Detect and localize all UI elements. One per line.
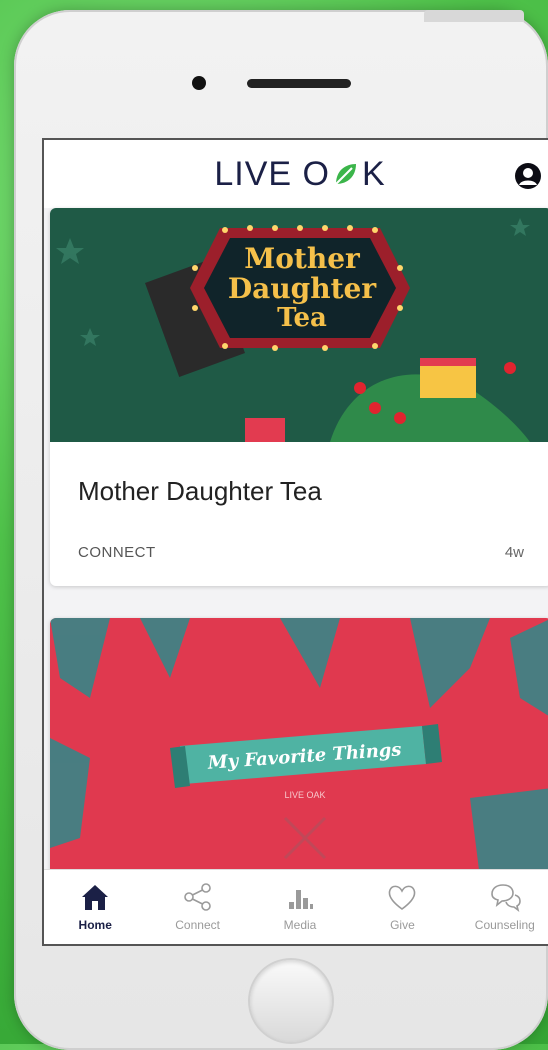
tab-give[interactable]: Give xyxy=(351,870,453,944)
phone-side-button xyxy=(424,10,524,22)
card-category: CONNECT xyxy=(78,544,156,561)
phone-home-button[interactable] xyxy=(250,960,332,1042)
bottom-tab-bar: Home Connect Media Give Counseling xyxy=(44,869,548,944)
app-screen: LIVE O K Mother Daughter Tea Mother Daug… xyxy=(42,138,548,946)
banner2-subtitle: LIVE OAK xyxy=(284,790,325,800)
tab-counseling[interactable]: Counseling xyxy=(454,870,548,944)
tab-label: Media xyxy=(283,918,317,932)
user-circle-icon[interactable] xyxy=(514,162,542,190)
home-icon xyxy=(82,885,109,910)
banner-line1: Mother xyxy=(244,242,361,275)
media-bars-icon xyxy=(289,890,314,909)
app-header: LIVE O K xyxy=(44,140,548,208)
chat-bubbles-icon xyxy=(491,884,521,912)
banner-line2: Daughter xyxy=(228,272,377,305)
leaf-icon xyxy=(335,164,356,185)
logo-text-right: K xyxy=(361,154,386,193)
tab-label: Connect xyxy=(175,918,220,932)
front-camera xyxy=(192,76,206,90)
tab-media[interactable]: Media xyxy=(249,870,351,944)
heart-icon xyxy=(389,885,416,910)
app-logo: LIVE O K xyxy=(214,155,385,194)
tab-label: Home xyxy=(78,918,112,932)
tab-connect[interactable]: Connect xyxy=(146,870,248,944)
card-age: 4w xyxy=(504,544,524,561)
phone-speaker xyxy=(247,79,351,88)
phone-frame: LIVE O K Mother Daughter Tea Mother Daug… xyxy=(14,10,548,1050)
share-icon xyxy=(183,883,211,911)
logo-text-left: LIVE O xyxy=(214,154,330,193)
tab-home[interactable]: Home xyxy=(44,870,146,944)
feed-card[interactable]: Mother Daughter Tea Mother Daughter Tea … xyxy=(50,208,548,586)
tab-label: Counseling xyxy=(474,918,535,932)
tab-label: Give xyxy=(390,918,415,932)
card-title: Mother Daughter Tea xyxy=(78,476,322,506)
banner-line3: Tea xyxy=(277,303,327,333)
event-banner-image: My Favorite Things LIVE OAK xyxy=(50,618,548,878)
event-banner-image: Mother Daughter Tea xyxy=(50,208,548,442)
